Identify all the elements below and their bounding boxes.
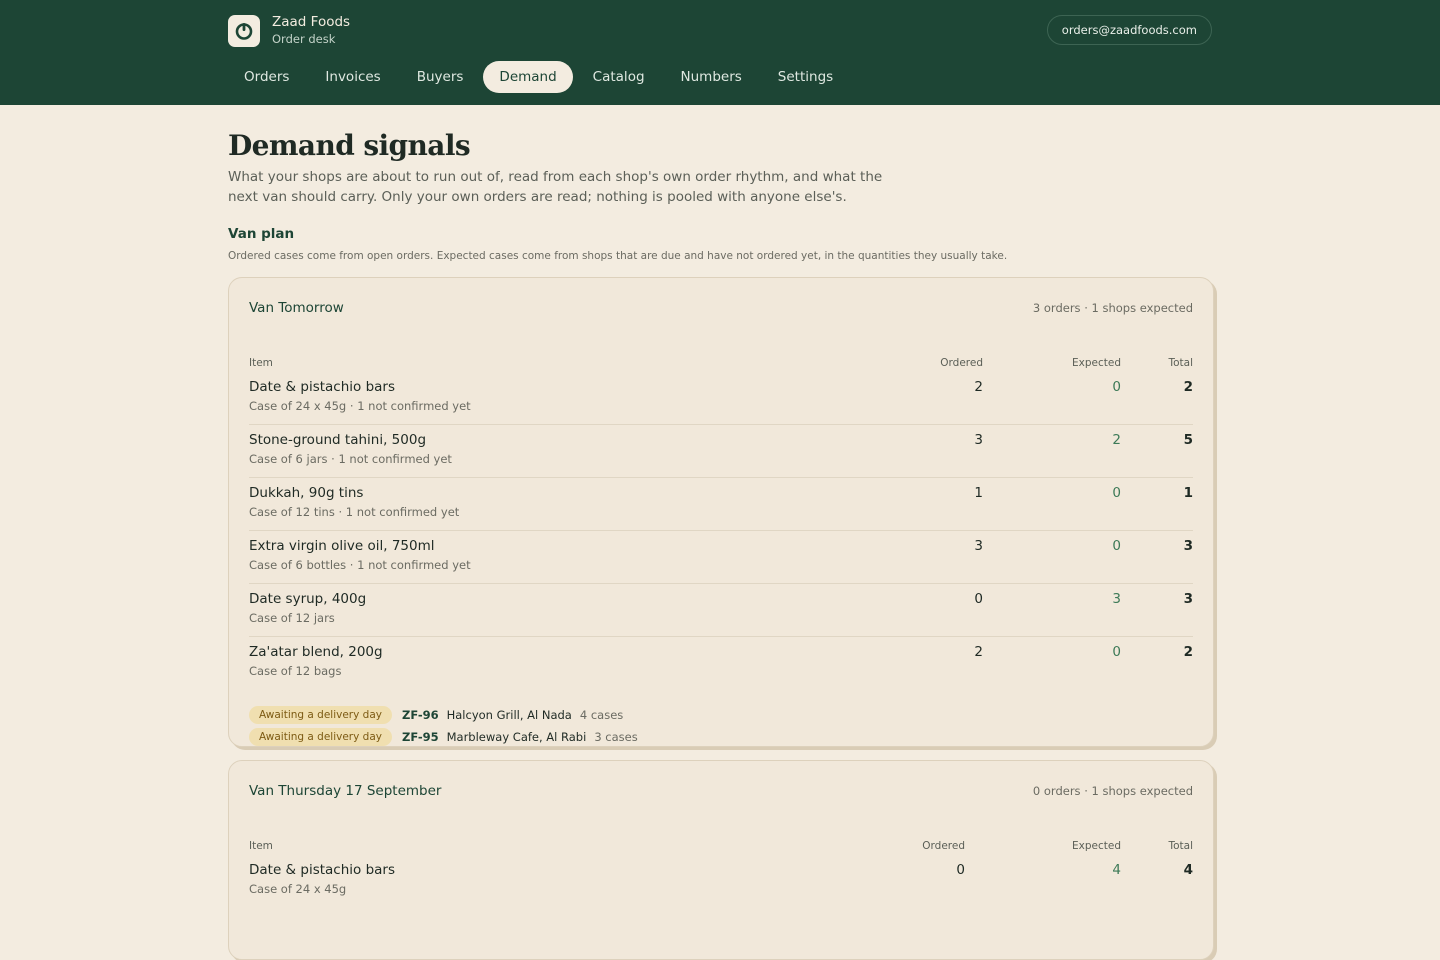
expected-count: 0 [1112, 379, 1121, 395]
item-name: Extra virgin olive oil, 750ml [249, 538, 435, 554]
total-count: 4 [1183, 862, 1193, 878]
brand[interactable]: Zaad Foods Order desk [228, 14, 350, 47]
case-count: 3 cases [594, 730, 638, 744]
van-meta: 3 orders · 1 shops expected [1032, 301, 1193, 315]
table-row[interactable]: Stone-ground tahini, 500g Case of 6 jars… [249, 425, 1193, 478]
brand-subtitle: Order desk [272, 32, 336, 46]
item-detail: Case of 24 x 45g · 1 not confirmed yet [249, 399, 471, 413]
expected-count: 0 [1112, 644, 1121, 660]
order-code-link[interactable]: ZF-95 [402, 730, 439, 744]
nav-demand[interactable]: Demand [483, 61, 573, 93]
table-row[interactable]: Dukkah, 90g tins Case of 12 tins · 1 not… [249, 478, 1193, 531]
expected-count: 0 [1112, 485, 1121, 501]
pending-order[interactable]: Awaiting a delivery day ZF-96 Halcyon Gr… [249, 704, 1193, 726]
brand-logo-icon [228, 14, 260, 47]
expected-count: 3 [1112, 591, 1121, 607]
nav-buyers[interactable]: Buyers [401, 61, 480, 93]
column-total: Total [1168, 840, 1193, 852]
expected-count: 0 [1112, 538, 1121, 554]
item-detail: Case of 6 bottles · 1 not confirmed yet [249, 558, 471, 572]
ordered-count: 2 [974, 644, 983, 660]
nav-invoices[interactable]: Invoices [309, 61, 396, 93]
pending-order[interactable]: Awaiting a delivery day ZF-95 Marbleway … [249, 726, 1193, 748]
item-detail: Case of 24 x 45g [249, 882, 347, 896]
item-name: Stone-ground tahini, 500g [249, 432, 427, 448]
table-header: Item Ordered Expected Total [249, 821, 1193, 855]
van-card-tomorrow: Van Tomorrow 3 orders · 1 shops expected… [228, 277, 1214, 747]
van-card-thursday: Van Thursday 17 September 0 orders · 1 s… [228, 760, 1214, 960]
van-plan-description: Ordered cases come from open orders. Exp… [228, 250, 1008, 262]
column-item: Item [249, 840, 273, 852]
item-detail: Case of 6 jars · 1 not confirmed yet [249, 452, 452, 466]
item-detail: Case of 12 tins · 1 not confirmed yet [249, 505, 460, 519]
van-meta: 0 orders · 1 shops expected [1032, 784, 1193, 798]
column-total: Total [1168, 357, 1193, 369]
van-plan-title: Van plan [228, 226, 295, 242]
expected-count: 4 [1112, 862, 1121, 878]
nav-catalog[interactable]: Catalog [577, 61, 661, 93]
column-expected: Expected [1072, 357, 1121, 369]
column-ordered: Ordered [940, 357, 983, 369]
case-count: 4 cases [579, 708, 624, 722]
ordered-count: 3 [974, 538, 983, 554]
van-items: Date & pistachio bars Case of 24 x 45g ·… [249, 372, 1193, 690]
item-name: Date syrup, 400g [249, 591, 367, 607]
ordered-count: 0 [956, 862, 965, 878]
shop-name: Halcyon Grill, Al Nada [446, 708, 572, 722]
order-code-link[interactable]: ZF-96 [402, 708, 439, 722]
item-detail: Case of 12 jars [249, 611, 335, 625]
top-bar: Zaad Foods Order desk orders@zaadfoods.c… [0, 0, 1440, 105]
table-header: Item Ordered Expected Total [249, 338, 1193, 372]
status-badge: Awaiting a delivery day [249, 728, 392, 746]
table-row[interactable]: Date & pistachio bars Case of 24 x 45g ·… [249, 372, 1193, 425]
item-name: Date & pistachio bars [249, 862, 396, 878]
item-detail: Case of 12 bags [249, 664, 342, 678]
ordered-count: 3 [974, 432, 983, 448]
main-nav: Orders Invoices Buyers Demand Catalog Nu… [228, 61, 849, 93]
item-name: Dukkah, 90g tins [249, 485, 364, 501]
total-count: 1 [1183, 485, 1193, 501]
total-count: 3 [1183, 591, 1193, 607]
pending-orders: Awaiting a delivery day ZF-96 Halcyon Gr… [249, 704, 1193, 748]
ordered-count: 0 [974, 591, 983, 607]
nav-settings[interactable]: Settings [762, 61, 849, 93]
ordered-count: 1 [974, 485, 983, 501]
table-row[interactable]: Date & pistachio bars Case of 24 x 45g 0… [249, 855, 1193, 908]
total-count: 5 [1183, 432, 1193, 448]
expected-count: 2 [1112, 432, 1121, 448]
column-item: Item [249, 357, 273, 369]
nav-orders[interactable]: Orders [228, 61, 305, 93]
total-count: 3 [1183, 538, 1193, 554]
shop-name: Marbleway Cafe, Al Rabi [446, 730, 587, 744]
total-count: 2 [1183, 644, 1193, 660]
item-name: Za'atar blend, 200g [249, 644, 383, 660]
van-title: Van Thursday 17 September [249, 783, 442, 799]
total-count: 2 [1183, 379, 1193, 395]
item-name: Date & pistachio bars [249, 379, 396, 395]
table-row[interactable]: Extra virgin olive oil, 750ml Case of 6 … [249, 531, 1193, 584]
van-title: Van Tomorrow [249, 300, 344, 316]
status-badge: Awaiting a delivery day [249, 706, 392, 724]
page-title: Demand signals [228, 129, 471, 162]
brand-name: Zaad Foods [272, 14, 351, 30]
column-ordered: Ordered [922, 840, 965, 852]
main-content: Demand signals What your shops are about… [228, 105, 1214, 960]
van-items: Date & pistachio bars Case of 24 x 45g 0… [249, 855, 1193, 908]
account-email-button[interactable]: orders@zaadfoods.com [1046, 15, 1212, 45]
table-row[interactable]: Date syrup, 400g Case of 12 jars 0 3 3 [249, 584, 1193, 637]
page-description: What your shops are about to run out of,… [228, 169, 883, 205]
ordered-count: 2 [974, 379, 983, 395]
table-row[interactable]: Za'atar blend, 200g Case of 12 bags 2 0 … [249, 637, 1193, 690]
column-expected: Expected [1072, 840, 1121, 852]
nav-numbers[interactable]: Numbers [665, 61, 758, 93]
